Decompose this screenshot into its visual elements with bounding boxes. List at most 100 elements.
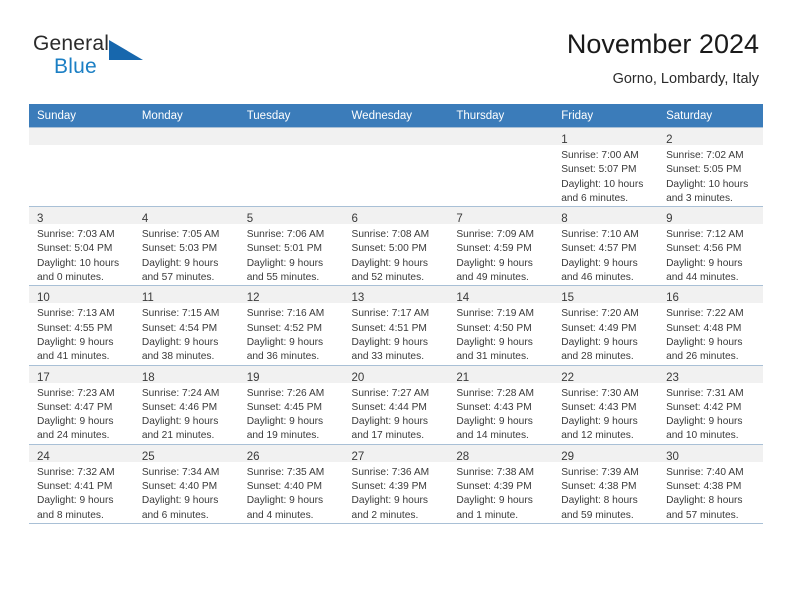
day-number: 28 (456, 450, 470, 463)
daylight-text: Daylight: 9 hours (246, 257, 324, 269)
sunrise-text: Sunrise: 7:36 AM (351, 466, 430, 478)
daylight-text: and 57 minutes. (666, 509, 739, 521)
day-number-band: 13 (343, 286, 449, 304)
calendar-day-cell[interactable]: 30 Sunrise: 7:40 AM Sunset: 4:38 PM Dayligh… (658, 443, 763, 524)
calendar-day-cell[interactable]: 4 Sunrise: 7:05 AM Sunset: 5:03 PM Daylight… (133, 206, 239, 286)
day-number-band: 18 (133, 365, 239, 384)
calendar-day-cell[interactable]: 13 Sunrise: 7:17 AM Sunset: 4:51 PM Dayligh… (343, 285, 449, 366)
calendar-day-cell[interactable]: 1 Sunrise: 7:00 AM Sunset: 5:07 PM Daylight… (553, 126, 659, 207)
calendar-day-cell[interactable]: 25 Sunrise: 7:34 AM Sunset: 4:40 PM Dayligh… (133, 443, 239, 524)
day-number: 26 (246, 450, 260, 463)
day-detail-block: Sunrise: 7:12 AM Sunset: 4:56 PM Daylight:… (658, 224, 763, 285)
calendar-day-cell[interactable]: 20 Sunrise: 7:27 AM Sunset: 4:44 PM Dayligh… (343, 364, 449, 445)
sunrise-text: Sunrise: 7:13 AM (37, 308, 115, 320)
calendar-page: General Blue November 2024 Gorno, Lombar… (0, 0, 792, 612)
day-detail-block: Sunrise: 7:10 AM Sunset: 4:57 PM Daylight:… (553, 224, 658, 285)
day-detail-block: Sunrise: 7:20 AM Sunset: 4:49 PM Daylight:… (553, 303, 658, 364)
calendar-day-cell[interactable]: 14 Sunrise: 7:19 AM Sunset: 4:50 PM Dayligh… (448, 285, 554, 366)
day-detail-block: Sunrise: 7:35 AM Sunset: 4:40 PM Daylight:… (239, 462, 344, 523)
sunrise-text: Sunrise: 7:05 AM (141, 229, 220, 241)
day-number: 22 (561, 371, 575, 384)
calendar-day-cell[interactable]: 19 Sunrise: 7:26 AM Sunset: 4:45 PM Dayligh… (238, 364, 344, 445)
calendar-day-cell[interactable]: 21 Sunrise: 7:28 AM Sunset: 4:43 PM Dayligh… (448, 364, 554, 445)
daylight-text: and 10 minutes. (666, 430, 739, 442)
sunset-text: Sunset: 4:46 PM (141, 401, 218, 413)
calendar-day-cell[interactable]: 15 Sunrise: 7:20 AM Sunset: 4:49 PM Dayligh… (553, 285, 659, 366)
calendar-day-cell[interactable]: 9 Sunrise: 7:12 AM Sunset: 4:56 PM Daylight… (658, 206, 763, 286)
calendar-day-cell[interactable]: 12 Sunrise: 7:16 AM Sunset: 4:52 PM Dayligh… (238, 285, 344, 366)
day-number: 19 (246, 371, 260, 384)
day-number: 5 (246, 213, 254, 226)
calendar-week-row: 1 Sunrise: 7:00 AM Sunset: 5:07 PM Daylight… (29, 126, 763, 207)
day-detail-block: Sunrise: 7:13 AM Sunset: 4:55 PM Daylight:… (29, 303, 134, 364)
day-number-band: 21 (448, 365, 554, 384)
daylight-text: and 36 minutes. (246, 351, 320, 363)
day-detail-block: Sunrise: 7:39 AM Sunset: 4:38 PM Daylight:… (553, 462, 658, 523)
sunrise-text: Sunrise: 7:34 AM (141, 466, 220, 478)
day-number-band: 19 (238, 365, 344, 384)
sunrise-text: Sunrise: 7:35 AM (246, 466, 325, 478)
sunrise-text: Sunrise: 7:26 AM (246, 387, 325, 399)
calendar-day-cell[interactable]: 8 Sunrise: 7:10 AM Sunset: 4:57 PM Daylight… (553, 206, 659, 286)
calendar-week-row: 3 Sunrise: 7:03 AM Sunset: 5:04 PM Daylight… (29, 206, 763, 286)
daylight-text: Daylight: 9 hours (37, 495, 114, 507)
daylight-text: Daylight: 9 hours (456, 257, 533, 269)
daylight-text: and 12 minutes. (561, 430, 634, 442)
day-detail-block: Sunrise: 7:09 AM Sunset: 4:59 PM Daylight:… (448, 224, 553, 285)
general-blue-logo[interactable]: General Blue (33, 32, 153, 86)
daylight-text: and 6 minutes. (561, 192, 629, 204)
day-number-band: 28 (448, 444, 554, 463)
daylight-text: Daylight: 9 hours (666, 416, 743, 428)
calendar-day-cell[interactable]: 7 Sunrise: 7:09 AM Sunset: 4:59 PM Daylight… (448, 206, 554, 286)
calendar-day-cell[interactable]: 3 Sunrise: 7:03 AM Sunset: 5:04 PM Daylight… (29, 206, 134, 286)
daylight-text: Daylight: 9 hours (141, 336, 219, 348)
sunset-text: Sunset: 4:40 PM (141, 481, 218, 493)
calendar-day-cell[interactable]: 5 Sunrise: 7:06 AM Sunset: 5:01 PM Daylight… (238, 206, 344, 286)
calendar-day-cell[interactable]: 11 Sunrise: 7:15 AM Sunset: 4:54 PM Dayligh… (133, 285, 239, 366)
day-number: 25 (141, 450, 155, 463)
calendar-day-cell[interactable]: 18 Sunrise: 7:24 AM Sunset: 4:46 PM Dayligh… (133, 364, 239, 445)
sunset-text: Sunset: 5:04 PM (37, 243, 113, 255)
sunrise-text: Sunrise: 7:10 AM (561, 229, 639, 241)
calendar-week-row: 17 Sunrise: 7:23 AM Sunset: 4:47 PM Dayligh… (29, 364, 763, 445)
day-detail-block: Sunrise: 7:40 AM Sunset: 4:38 PM Daylight:… (658, 462, 763, 523)
calendar-day-cell[interactable]: 10 Sunrise: 7:13 AM Sunset: 4:55 PM Dayligh… (29, 285, 134, 366)
day-number: 16 (666, 292, 679, 305)
calendar-day-cell[interactable]: 17 Sunrise: 7:23 AM Sunset: 4:47 PM Dayligh… (29, 364, 134, 445)
day-number-band (133, 128, 239, 145)
day-number-band: 26 (238, 444, 344, 463)
daylight-text: Daylight: 9 hours (141, 495, 219, 507)
calendar-day-cell[interactable]: 29 Sunrise: 7:39 AM Sunset: 4:38 PM Dayligh… (553, 443, 659, 524)
logo-text-blue: Blue (54, 55, 97, 78)
day-detail-block: Sunrise: 7:38 AM Sunset: 4:39 PM Daylight:… (448, 462, 553, 523)
calendar-day-cell[interactable]: 27 Sunrise: 7:36 AM Sunset: 4:39 PM Dayligh… (343, 443, 449, 524)
sunset-text: Sunset: 4:52 PM (246, 322, 323, 334)
calendar-day-cell[interactable]: 6 Sunrise: 7:08 AM Sunset: 5:00 PM Daylight… (343, 206, 449, 286)
day-number-band (238, 128, 344, 145)
calendar-day-cell[interactable]: 22 Sunrise: 7:30 AM Sunset: 4:43 PM Dayligh… (553, 364, 659, 445)
calendar-day-cell[interactable]: 23 Sunrise: 7:31 AM Sunset: 4:42 PM Dayligh… (658, 364, 763, 445)
calendar-day-cell[interactable]: 26 Sunrise: 7:35 AM Sunset: 4:40 PM Dayligh… (238, 443, 344, 524)
day-detail-block: Sunrise: 7:02 AM Sunset: 5:05 PM Daylight:… (658, 145, 763, 206)
daylight-text: Daylight: 9 hours (351, 336, 428, 348)
sunrise-text: Sunrise: 7:31 AM (666, 387, 744, 399)
daylight-text: and 1 minute. (456, 509, 519, 521)
daylight-text: Daylight: 9 hours (561, 257, 638, 269)
daylight-text: Daylight: 9 hours (351, 257, 428, 269)
calendar-cell-empty (133, 126, 239, 207)
day-number: 1 (561, 134, 568, 146)
day-number: 15 (561, 292, 575, 305)
sunset-text: Sunset: 4:43 PM (456, 401, 532, 413)
calendar-day-cell[interactable]: 2 Sunrise: 7:02 AM Sunset: 5:05 PM Daylight… (658, 126, 763, 207)
sunset-text: Sunset: 5:01 PM (246, 243, 323, 255)
day-number-band: 14 (448, 286, 554, 304)
sunrise-text: Sunrise: 7:15 AM (141, 308, 220, 320)
day-detail-block: Sunrise: 7:31 AM Sunset: 4:42 PM Daylight:… (658, 383, 763, 444)
sunrise-text: Sunrise: 7:22 AM (666, 308, 744, 320)
day-number: 29 (561, 450, 575, 463)
calendar-day-cell[interactable]: 24 Sunrise: 7:32 AM Sunset: 4:41 PM Dayligh… (29, 443, 134, 524)
page-header: General Blue November 2024 Gorno, Lombar… (33, 28, 759, 100)
calendar-day-cell[interactable]: 16 Sunrise: 7:22 AM Sunset: 4:48 PM Dayligh… (658, 285, 763, 366)
calendar-day-cell[interactable]: 28 Sunrise: 7:38 AM Sunset: 4:39 PM Dayligh… (448, 443, 554, 524)
day-number-band: 5 (238, 207, 344, 226)
